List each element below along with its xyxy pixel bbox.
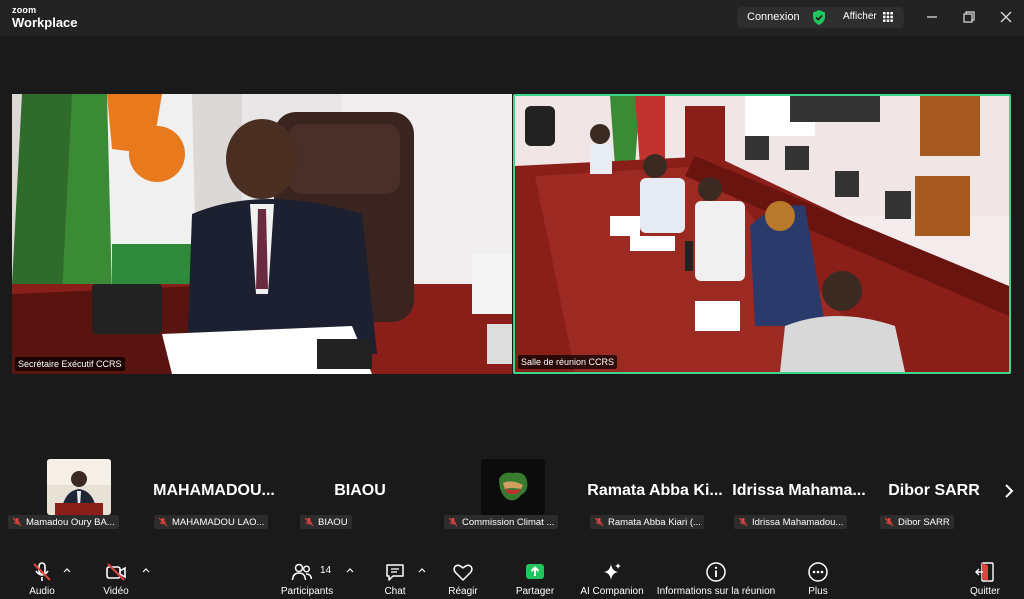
participant-name: Idrissa Mahamadou... [734, 515, 848, 529]
participants-icon [292, 563, 313, 581]
chevron-up-icon[interactable] [346, 567, 354, 573]
chevron-up-icon[interactable] [418, 567, 426, 573]
participant-name: MAHAMADOU LAO... [154, 515, 268, 529]
show-label: Afficher [843, 11, 877, 22]
mic-muted-icon [33, 562, 51, 581]
brand-large: Workplace [12, 15, 78, 30]
chevron-up-icon[interactable] [63, 567, 71, 573]
participant-big-name: Idrissa Mahama... [732, 482, 866, 499]
participant-big-name: BIAOU [334, 482, 386, 499]
participants-label: Participants [280, 586, 334, 597]
ai-companion-label: AI Companion [580, 586, 644, 597]
mic-muted-icon [12, 517, 22, 527]
participant-name: Dibor SARR [880, 515, 954, 529]
quit-button[interactable]: Quitter [962, 555, 1008, 599]
more-label: Plus [808, 586, 828, 597]
participant-tile[interactable]: MAHAMADOU... MAHAMADOU LAO... [146, 458, 282, 533]
video-feed-secretary [12, 94, 512, 374]
mic-muted-icon [594, 517, 604, 527]
leave-icon [975, 562, 994, 582]
heart-icon [453, 564, 473, 581]
participant-tile[interactable]: Mamadou Oury BA... [0, 458, 136, 533]
mic-muted-icon [448, 517, 458, 527]
video-tile-secretary[interactable]: Secrétaire Exécutif CCRS [12, 94, 512, 374]
participant-big-name: Dibor SARR [888, 482, 980, 499]
participant-name: BIAOU [300, 515, 352, 529]
participant-tile[interactable]: Ramata Abba Ki... Ramata Abba Kiari (... [582, 458, 728, 533]
participant-thumbnail [47, 459, 111, 515]
video-button[interactable]: Vidéo [92, 555, 140, 599]
participant-tile[interactable]: Idrissa Mahama... Idrissa Mahamadou... [726, 458, 872, 533]
participant-thumbnail [481, 459, 545, 515]
more-icon [808, 562, 828, 582]
video-label: Vidéo [103, 586, 129, 597]
participant-name: Mamadou Oury BA... [8, 515, 119, 529]
participant-name: Commission Climat ... [444, 515, 558, 529]
chat-button[interactable]: Chat [374, 555, 416, 599]
minimize-icon[interactable] [923, 8, 941, 26]
video-label-secretary: Secrétaire Exécutif CCRS [15, 357, 125, 371]
audio-label: Audio [29, 586, 55, 597]
participant-tile[interactable]: Dibor SARR Dibor SARR [872, 458, 996, 533]
quit-label: Quitter [969, 586, 1000, 597]
share-screen-icon [526, 564, 544, 579]
mic-muted-icon [304, 517, 314, 527]
video-label-meeting-room: Salle de réunion CCRS [518, 355, 618, 369]
sparkle-icon [604, 563, 621, 580]
react-button[interactable]: Réagir [442, 555, 484, 599]
ai-companion-button[interactable]: AI Companion [576, 555, 648, 599]
grid-view-icon[interactable] [883, 12, 893, 22]
meeting-toolbar: Audio Vidéo Participants 14 Chat Réagir … [0, 555, 1024, 599]
share-label: Partager [515, 586, 555, 597]
shield-check-icon [813, 10, 825, 25]
title-bar: zoom Workplace Connexion Afficher [0, 0, 1024, 36]
video-feed-meeting-room [515, 96, 1009, 372]
participant-name: Ramata Abba Kiari (... [590, 515, 704, 529]
chevron-up-icon[interactable] [142, 567, 150, 573]
participant-big-name: Ramata Abba Ki... [587, 482, 723, 499]
react-label: Réagir [448, 586, 478, 597]
video-off-icon [106, 563, 126, 581]
mic-muted-icon [738, 517, 748, 527]
info-icon [706, 562, 726, 582]
connection-status-pill[interactable]: Connexion Afficher [737, 7, 904, 28]
meeting-info-button[interactable]: Informations sur la réunion [654, 555, 778, 599]
mic-muted-icon [884, 517, 894, 527]
audio-button[interactable]: Audio [20, 555, 64, 599]
app-logo: zoom Workplace [12, 5, 78, 30]
participants-count: 14 [320, 565, 332, 576]
brand-small: zoom [12, 5, 37, 15]
participant-big-name: MAHAMADOU... [153, 482, 275, 499]
mic-muted-icon [158, 517, 168, 527]
more-button[interactable]: Plus [796, 555, 840, 599]
video-tile-meeting-room[interactable]: Salle de réunion CCRS [513, 94, 1011, 374]
chat-icon [386, 564, 404, 581]
restore-icon[interactable] [960, 8, 978, 26]
share-button[interactable]: Partager [510, 555, 560, 599]
connection-label: Connexion [747, 11, 800, 23]
meeting-info-label: Informations sur la réunion [656, 586, 776, 597]
close-icon[interactable] [997, 8, 1015, 26]
participant-tile[interactable]: Commission Climat ... [436, 458, 572, 533]
participant-tile[interactable]: BIAOU BIAOU [292, 458, 428, 533]
participants-button[interactable]: Participants [278, 555, 336, 599]
chat-label: Chat [384, 586, 406, 597]
chevron-right-icon[interactable] [1001, 482, 1017, 500]
